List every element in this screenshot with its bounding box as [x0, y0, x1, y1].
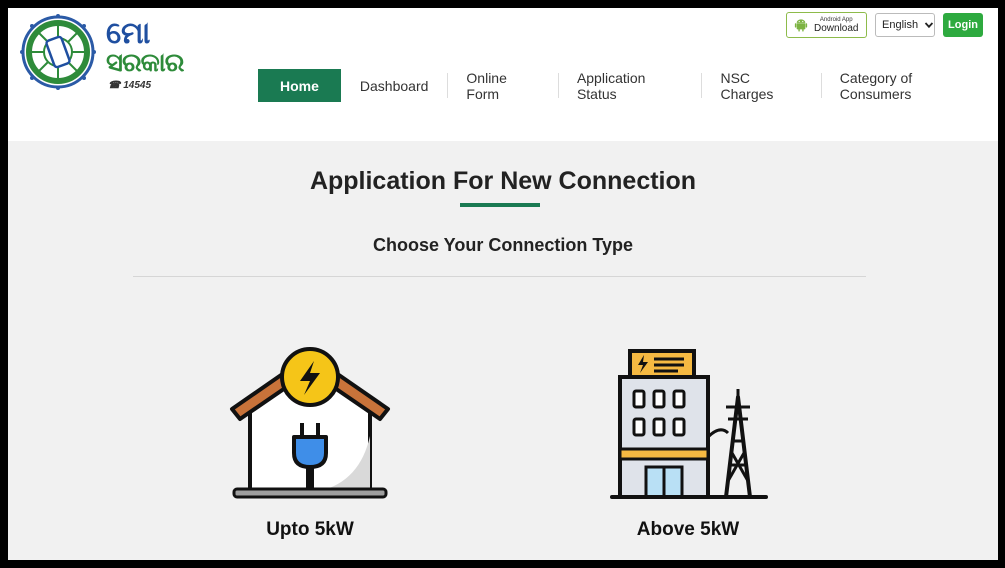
app-download-small-label: Android App	[819, 16, 853, 23]
mo-sarkar-wheel-logo-icon	[20, 14, 96, 90]
logo-helpline: ☎ 14545	[108, 80, 152, 91]
language-selected-value: English	[882, 19, 919, 31]
option-label-upto-5kw: Upto 5kW	[266, 519, 354, 540]
connection-option-above-5kw[interactable]: Above 5kW	[588, 341, 788, 551]
login-button[interactable]: Login	[943, 13, 983, 37]
android-icon	[794, 19, 808, 32]
site-logo[interactable]: ମୋ ସରକାର ☎ 14545	[20, 14, 190, 98]
nav-application-status[interactable]: Application Status	[557, 69, 702, 102]
house-plug-icon	[230, 347, 390, 499]
site-header: ମୋ ସରକାର ☎ 14545 Android App Download En…	[8, 8, 998, 141]
nav-home[interactable]: Home	[258, 69, 341, 102]
title-underline	[460, 203, 540, 207]
page-subtitle: Choose Your Connection Type	[372, 235, 633, 255]
building-tower-icon	[610, 349, 768, 499]
app-frame: ମୋ ସରକାର ☎ 14545 Android App Download En…	[8, 8, 998, 560]
page-title: Application For New Connection	[309, 167, 697, 195]
nav-online-form[interactable]: Online Form	[447, 69, 558, 102]
nav-category-of-consumers[interactable]: Category of Consumers	[820, 69, 998, 102]
app-download-label: Download	[814, 22, 859, 34]
option-label-above-5kw: Above 5kW	[636, 519, 740, 540]
logo-text-line2: ସରକାର	[106, 48, 185, 78]
main-content: Application For New Connection Choose Yo…	[8, 141, 998, 560]
nav-dashboard[interactable]: Dashboard	[341, 69, 448, 102]
chevron-down-icon	[924, 22, 934, 29]
language-select[interactable]: English	[875, 13, 935, 37]
android-app-download-button[interactable]: Android App Download	[786, 12, 867, 38]
logo-text-line1: ମୋ	[106, 16, 150, 51]
connection-option-upto-5kw[interactable]: Upto 5kW	[210, 341, 410, 551]
main-nav: Home Dashboard Online Form Application S…	[258, 69, 998, 102]
nav-nsc-charges[interactable]: NSC Charges	[701, 69, 820, 102]
divider	[133, 276, 866, 277]
